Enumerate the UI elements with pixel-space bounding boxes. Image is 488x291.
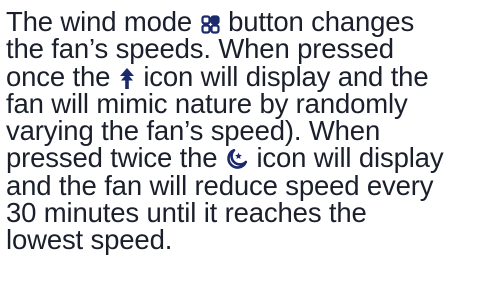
paragraph-line-3: once the icon will display and the	[6, 60, 429, 92]
paragraph-line-7: and the fan will reduce speed every	[6, 169, 434, 201]
paragraph-line-9: lowest speed.	[6, 224, 173, 256]
wind-mode-icon	[200, 15, 220, 34]
paragraph-line-4: fan will mimic nature by randomly	[6, 87, 408, 119]
paragraph-line-1: The wind mode button changes	[6, 6, 415, 37]
wind-arrow-icon	[119, 67, 135, 89]
paragraph-line-5: varying the fan’s speed). When	[6, 115, 381, 147]
sleep-moon-icon	[226, 148, 248, 170]
paragraph-line-2: the fan’s speeds. When pressed	[6, 33, 394, 65]
paragraph-line-8: 30 minutes until it reaches the	[6, 197, 367, 229]
paragraph-line-6: pressed twice the icon will display	[6, 142, 444, 174]
instruction-paragraph: The wind mode button changes the fan’s s…	[6, 8, 488, 254]
